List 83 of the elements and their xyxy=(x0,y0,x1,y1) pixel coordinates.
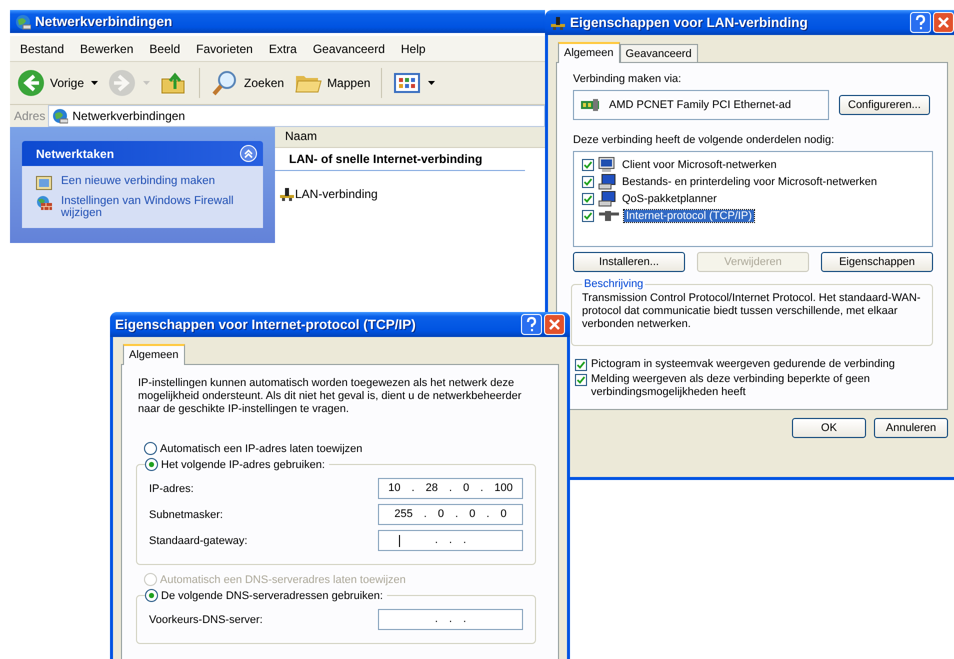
radio-button[interactable] xyxy=(144,442,157,455)
menu-item[interactable]: Beeld xyxy=(141,42,188,56)
checkbox[interactable] xyxy=(575,359,587,371)
field-label: Verbinding maken via: xyxy=(573,73,682,85)
tab[interactable]: Algemeen xyxy=(558,42,620,63)
help-icon[interactable] xyxy=(521,314,542,335)
dialog-button[interactable]: Installeren... xyxy=(573,252,685,272)
network-plug-icon xyxy=(279,186,295,202)
caret-icon xyxy=(91,81,98,85)
toolbar-button[interactable]: Zoeken xyxy=(208,69,288,97)
task-link[interactable]: Een nieuwe verbinding maken xyxy=(61,175,236,187)
caret-icon xyxy=(143,81,150,85)
help-icon[interactable] xyxy=(910,12,931,33)
ip-address-field[interactable]: 255 . 0 . 0 . 0 xyxy=(378,504,523,525)
menu-item[interactable]: Extra xyxy=(260,42,305,56)
checkbox[interactable] xyxy=(582,210,594,222)
group-title: Beschrijving xyxy=(583,278,644,290)
button-label: Vorige xyxy=(50,76,84,90)
field-label: Voorkeurs-DNS-server: xyxy=(149,614,263,626)
component-item[interactable]: Client voor Microsoft-netwerken xyxy=(620,158,779,170)
connection-item[interactable]: LAN-verbinding xyxy=(295,187,378,201)
checkbox[interactable] xyxy=(575,374,587,386)
toolbar-button[interactable]: Vorige xyxy=(14,69,102,97)
column-header[interactable]: Naam xyxy=(275,127,545,148)
window-title: Eigenschappen voor Internet-protocol (TCP/IP) xyxy=(115,317,417,332)
radio-label[interactable]: De volgende DNS-serveradressen gebruiken: xyxy=(161,590,383,602)
tab[interactable]: Algemeen xyxy=(123,344,185,365)
checkbox[interactable] xyxy=(582,192,594,204)
component-item[interactable]: Bestands- en printerdeling voor Microsoft-netwerken xyxy=(620,176,879,188)
dialog-button[interactable]: Annuleren xyxy=(874,418,948,438)
checkbox[interactable] xyxy=(582,158,594,170)
network-plug-icon xyxy=(550,14,566,30)
button-label: Zoeken xyxy=(244,76,284,90)
panel-title: Netwerktaken xyxy=(36,146,114,160)
wizard-window-icon xyxy=(36,175,52,191)
radio-label[interactable]: Automatisch een IP-adres laten toewijzen xyxy=(160,442,362,454)
close-icon[interactable] xyxy=(544,314,565,335)
tab[interactable]: Geavanceerd xyxy=(620,44,698,62)
checkbox-label[interactable]: Pictogram in systeemvak weergeven gedurende de verbinding xyxy=(591,358,921,371)
checkbox-label[interactable]: Melding weergeven als deze verbinding beperkte of geen verbindingsmogelijkheden heeft xyxy=(591,373,921,399)
network-globe-icon xyxy=(15,14,31,30)
close-icon[interactable] xyxy=(933,12,954,33)
network-globe-icon xyxy=(52,108,68,124)
dialog-button[interactable]: Eigenschappen xyxy=(821,252,933,272)
field-label: Deze verbinding heeft de volgende onderdelen nodig: xyxy=(573,134,836,146)
menu-item[interactable]: Geavanceerd xyxy=(304,42,393,56)
address-label: Adres xyxy=(13,109,46,123)
description-text: Transmission Control Protocol/Internet Protocol. Het standaard-WAN-protocol dat communicatie biedt tussen verschillende, met elkaar verbonden netwerken. xyxy=(582,292,922,331)
group-header: LAN- of snelle Internet-verbinding xyxy=(275,148,525,171)
network-card-icon xyxy=(581,99,599,111)
address-field[interactable]: Netwerkverbindingen xyxy=(48,105,545,127)
intro-text: IP-instellingen kunnen automatisch worden toegewezen als het netwerk deze mogelijkheid ondersteunt. Als dit niet het geval is, dient u de netwerkbeheerder naar de geschikte IP-instellingen te vragen. xyxy=(138,377,522,416)
menu-item[interactable]: Favorieten xyxy=(188,42,261,56)
window-title: Eigenschappen voor LAN-verbinding xyxy=(570,15,809,30)
field-label: Standaard-gateway: xyxy=(149,534,248,546)
field-label: Subnetmasker: xyxy=(149,508,223,520)
collapse-chevron-icon[interactable] xyxy=(240,145,257,162)
ip-address-field[interactable]: . . . xyxy=(378,530,523,551)
checkbox[interactable] xyxy=(582,176,594,188)
radio-label[interactable]: Het volgende IP-adres gebruiken: xyxy=(161,458,325,470)
computer-icon xyxy=(598,190,616,206)
toolbar-button[interactable]: Mappen xyxy=(291,69,374,97)
component-item[interactable]: Internet-protocol (TCP/IP) xyxy=(624,210,754,222)
address-text: Netwerkverbindingen xyxy=(72,109,186,123)
radio-button[interactable] xyxy=(145,589,158,602)
configure-button[interactable]: Configureren... xyxy=(839,95,930,115)
field-label: IP-adres: xyxy=(149,482,194,494)
button-label: Mappen xyxy=(327,76,370,90)
task-link[interactable]: Instellingen van Windows Firewall wijzigen xyxy=(61,195,236,219)
adapter-name: AMD PCNET Family PCI Ethernet-ad xyxy=(609,99,791,111)
menu-item[interactable]: Bewerken xyxy=(72,42,142,56)
brick-globe-icon xyxy=(36,195,52,211)
component-item[interactable]: QoS-pakketplanner xyxy=(620,192,719,204)
computer-icon xyxy=(598,174,616,190)
caret-icon xyxy=(428,81,436,85)
dialog-button[interactable]: OK xyxy=(792,418,866,438)
radio-button[interactable] xyxy=(145,458,158,471)
menu-item[interactable]: Help xyxy=(392,42,434,56)
menu-item[interactable]: Bestand xyxy=(12,42,72,56)
window-title: Netwerkverbindingen xyxy=(35,14,174,29)
computer-icon xyxy=(598,156,616,172)
ip-address-field[interactable]: . . . xyxy=(378,609,523,630)
ip-address-field[interactable]: 10 . 28 . 0 . 100 xyxy=(378,478,523,499)
